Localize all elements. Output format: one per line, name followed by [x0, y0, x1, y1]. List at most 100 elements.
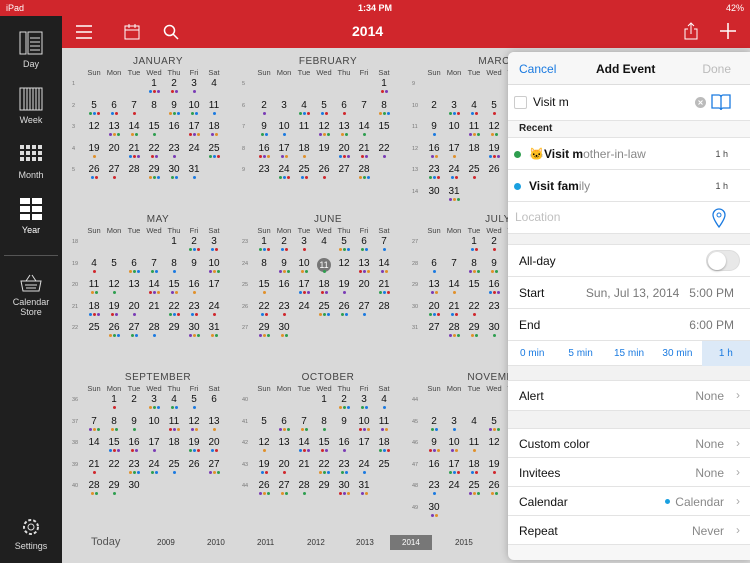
day-cell[interactable]: 20 — [334, 142, 354, 163]
location-pin-icon[interactable] — [712, 208, 726, 228]
day-cell[interactable]: 9 — [274, 257, 294, 278]
day-cell[interactable]: 24 — [184, 142, 204, 163]
add-icon[interactable] — [720, 23, 736, 39]
day-cell[interactable]: 19 — [484, 458, 504, 479]
day-cell[interactable]: 5 — [84, 99, 104, 120]
day-cell[interactable]: 15 — [164, 278, 184, 299]
day-cell[interactable]: 15 — [104, 436, 124, 457]
day-cell[interactable]: 7 — [124, 99, 144, 120]
day-cell[interactable]: 26 — [184, 458, 204, 479]
day-cell[interactable]: 5 — [484, 99, 504, 120]
day-cell[interactable]: 7 — [354, 99, 374, 120]
day-cell[interactable]: 23 — [484, 300, 504, 321]
day-cell[interactable]: 3 — [144, 393, 164, 414]
day-cell[interactable]: 16 — [124, 436, 144, 457]
day-cell[interactable]: 28 — [354, 163, 374, 184]
day-cell[interactable]: 16 — [484, 278, 504, 299]
day-cell[interactable]: 5 — [314, 99, 334, 120]
day-cell[interactable]: 2 — [254, 99, 274, 120]
day-cell[interactable]: 25 — [374, 458, 394, 479]
location-input[interactable]: Location — [515, 210, 560, 224]
day-cell[interactable]: 1 — [464, 235, 484, 256]
day-cell[interactable]: 14 — [444, 278, 464, 299]
day-cell[interactable]: 24 — [294, 300, 314, 321]
day-cell[interactable]: 18 — [314, 278, 334, 299]
day-cell[interactable]: 11 — [314, 257, 334, 278]
day-cell[interactable]: 19 — [254, 458, 274, 479]
day-cell[interactable]: 18 — [464, 142, 484, 163]
day-cell[interactable]: 26 — [254, 479, 274, 500]
day-cell[interactable]: 8 — [374, 99, 394, 120]
day-cell[interactable]: 9 — [164, 99, 184, 120]
day-cell[interactable]: 30 — [184, 321, 204, 342]
day-cell[interactable]: 4 — [464, 415, 484, 436]
day-cell[interactable]: 7 — [294, 415, 314, 436]
day-cell[interactable]: 8 — [164, 257, 184, 278]
day-cell[interactable]: 17 — [144, 436, 164, 457]
day-cell[interactable]: 20 — [124, 300, 144, 321]
day-cell[interactable]: 11 — [464, 436, 484, 457]
day-cell[interactable]: 26 — [484, 479, 504, 500]
day-cell[interactable]: 8 — [104, 415, 124, 436]
day-cell[interactable]: 5 — [184, 393, 204, 414]
book-icon[interactable] — [711, 93, 731, 111]
day-cell[interactable]: 31 — [184, 163, 204, 184]
day-cell[interactable]: 25 — [204, 142, 224, 163]
day-cell[interactable]: 4 — [164, 393, 184, 414]
day-cell[interactable]: 10 — [354, 415, 374, 436]
day-cell[interactable]: 11 — [204, 99, 224, 120]
day-cell[interactable]: 13 — [334, 120, 354, 141]
duration-1-h[interactable]: 1 h — [701, 340, 750, 366]
day-cell[interactable]: 13 — [124, 278, 144, 299]
day-cell[interactable]: 25 — [464, 163, 484, 184]
day-cell[interactable]: 28 — [84, 479, 104, 500]
day-cell[interactable]: 27 — [204, 458, 224, 479]
day-cell[interactable]: 2 — [424, 99, 444, 120]
day-cell[interactable]: 18 — [84, 300, 104, 321]
day-cell[interactable]: 6 — [124, 257, 144, 278]
day-cell[interactable]: 11 — [164, 415, 184, 436]
day-cell[interactable]: 23 — [184, 300, 204, 321]
day-cell[interactable]: 5 — [104, 257, 124, 278]
day-cell[interactable]: 30 — [484, 321, 504, 342]
day-cell[interactable]: 23 — [254, 163, 274, 184]
year-2013[interactable]: 2013 — [356, 538, 374, 547]
day-cell[interactable]: 5 — [334, 235, 354, 256]
day-cell[interactable]: 12 — [254, 436, 274, 457]
day-cell[interactable]: 26 — [84, 163, 104, 184]
duration-15-min[interactable]: 15 min — [605, 341, 653, 366]
title-input[interactable]: Visit m — [533, 95, 569, 109]
day-cell[interactable]: 11 — [84, 278, 104, 299]
day-cell[interactable]: 4 — [314, 235, 334, 256]
day-cell[interactable]: 6 — [354, 235, 374, 256]
month-february[interactable]: FEBRUARY Sun Mon Tue Wed Thu Fri Sat 5 1 6 2 3 4 5 6 7 8 7… — [242, 56, 402, 185]
day-cell[interactable]: 25 — [164, 458, 184, 479]
day-cell[interactable]: 27 — [354, 300, 374, 321]
share-icon[interactable] — [684, 22, 698, 40]
calendar-row[interactable]: Calendar Calendar › — [508, 487, 750, 516]
day-cell[interactable]: 12 — [104, 278, 124, 299]
day-cell[interactable]: 3 — [444, 99, 464, 120]
day-cell[interactable]: 18 — [294, 142, 314, 163]
end-row[interactable]: End 6:00 PM — [508, 309, 750, 341]
day-cell[interactable]: 4 — [204, 77, 224, 98]
day-cell[interactable]: 3 — [354, 393, 374, 414]
day-cell[interactable]: 13 — [354, 257, 374, 278]
day-cell[interactable]: 22 — [164, 300, 184, 321]
day-cell[interactable]: 12 — [484, 120, 504, 141]
month-may[interactable]: MAY Sun Mon Tue Wed Thu Fri Sat 18 1 2 3 19 4 5 6 7 8 9 10 2… — [72, 214, 232, 343]
recent-item[interactable]: Visit family 1 h — [508, 170, 750, 202]
day-cell[interactable]: 10 — [444, 120, 464, 141]
day-cell[interactable]: 13 — [104, 120, 124, 141]
day-cell[interactable]: 29 — [144, 163, 164, 184]
year-2009[interactable]: 2009 — [157, 538, 175, 547]
day-cell[interactable]: 2 — [124, 393, 144, 414]
day-cell[interactable]: 16 — [184, 278, 204, 299]
day-cell[interactable]: 15 — [464, 278, 484, 299]
sidebar-item-calendar-store[interactable]: Calendar Store — [0, 272, 62, 317]
day-cell[interactable]: 16 — [424, 142, 444, 163]
day-cell[interactable]: 25 — [464, 479, 484, 500]
day-cell[interactable]: 24 — [204, 300, 224, 321]
day-cell[interactable]: 19 — [184, 436, 204, 457]
day-cell[interactable]: 2 — [334, 393, 354, 414]
